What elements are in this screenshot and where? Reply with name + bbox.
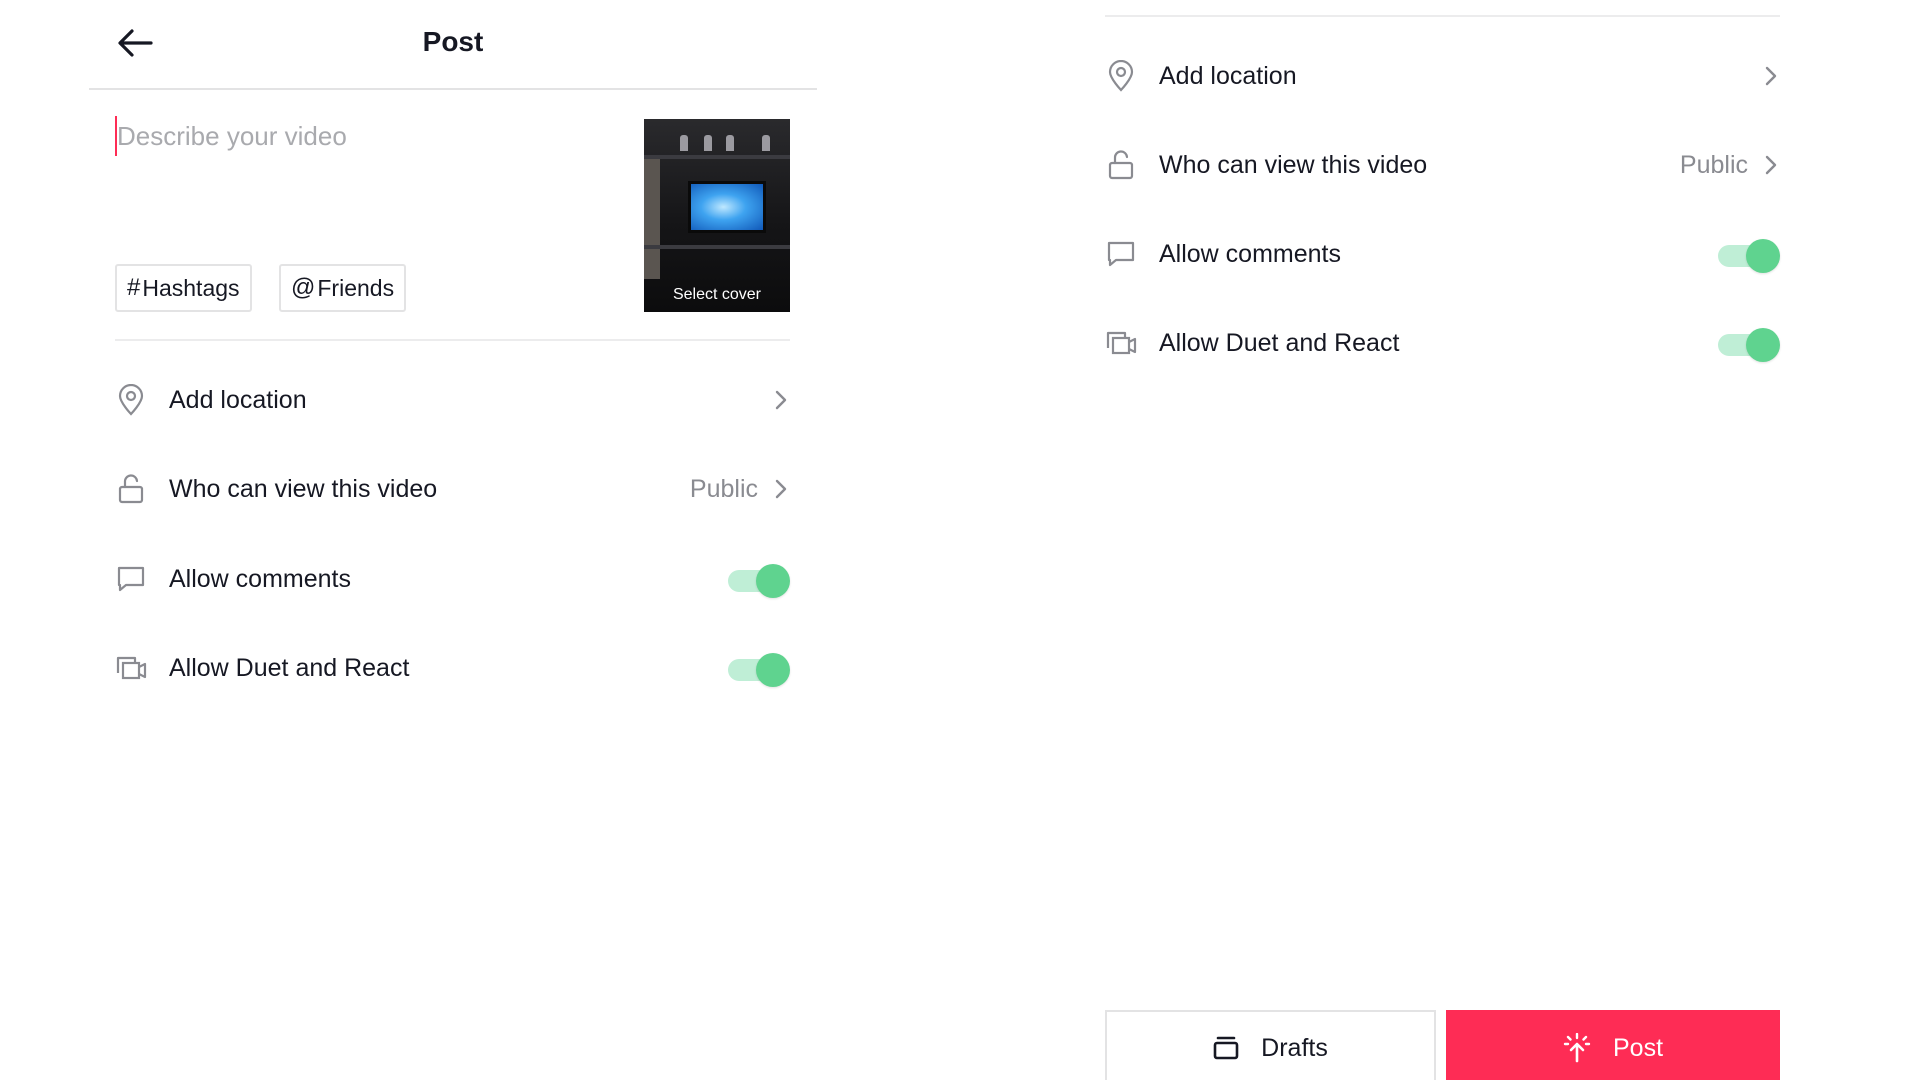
post-label: Post xyxy=(1612,1033,1664,1062)
cover-shelf xyxy=(644,245,790,249)
allow-duet-row: Allow Duet and React xyxy=(115,636,790,700)
privacy-row[interactable]: Who can view this video Public xyxy=(115,457,790,521)
unlock-icon xyxy=(1105,149,1137,181)
chevron-right-icon xyxy=(1762,65,1780,87)
cover-figure xyxy=(726,135,734,151)
cover-shelf xyxy=(644,155,790,159)
friends-label: Friends xyxy=(317,274,395,301)
drafts-label: Drafts xyxy=(1261,1033,1328,1062)
hashtag-icon: # xyxy=(127,274,141,301)
friends-chip[interactable]: @ Friends xyxy=(279,264,407,312)
header: Post xyxy=(89,0,817,90)
allow-comments-toggle[interactable] xyxy=(728,564,790,598)
add-location-label: Add location xyxy=(169,385,307,414)
describe-video-input[interactable] xyxy=(115,116,615,156)
cover-tv xyxy=(688,181,766,233)
chevron-right-icon xyxy=(772,389,790,411)
allow-duet-row: Allow Duet and React xyxy=(1105,311,1780,375)
chevron-right-icon xyxy=(1762,154,1780,176)
post-screen-left: Post Select cover # Hashtags @ Friends A… xyxy=(89,0,817,1080)
allow-comments-label: Allow comments xyxy=(1159,239,1341,268)
mention-icon: @ xyxy=(291,274,316,301)
unlock-icon xyxy=(115,473,147,505)
duet-icon xyxy=(1105,327,1137,359)
comment-icon xyxy=(1105,238,1137,270)
toggle-knob xyxy=(1746,328,1780,362)
cover-figure xyxy=(680,135,688,151)
location-pin-icon xyxy=(1105,60,1137,92)
toggle-knob xyxy=(1746,239,1780,273)
toggle-knob xyxy=(756,653,790,687)
post-button[interactable]: Post xyxy=(1446,1010,1780,1080)
post-upload-icon xyxy=(1563,1033,1591,1063)
location-pin-icon xyxy=(115,384,147,416)
divider xyxy=(115,339,790,341)
allow-duet-toggle[interactable] xyxy=(1718,328,1780,362)
privacy-label: Who can view this video xyxy=(1159,150,1428,179)
allow-comments-row: Allow comments xyxy=(115,547,790,611)
duet-icon xyxy=(115,652,147,684)
add-location-row[interactable]: Add location xyxy=(1105,44,1780,108)
privacy-label: Who can view this video xyxy=(169,474,438,503)
cover-figure xyxy=(762,135,770,151)
post-screen-right: Add location Who can view this video Pub… xyxy=(1105,0,1780,1080)
allow-comments-row: Allow comments xyxy=(1105,222,1780,286)
select-cover-label: Select cover xyxy=(672,286,762,303)
privacy-value: Public xyxy=(1679,150,1748,179)
cover-wall xyxy=(644,159,660,279)
drafts-button[interactable]: Drafts xyxy=(1105,1010,1436,1080)
allow-comments-label: Allow comments xyxy=(169,564,351,593)
allow-comments-toggle[interactable] xyxy=(1718,239,1780,273)
page-title: Post xyxy=(422,26,484,57)
chevron-right-icon xyxy=(772,478,790,500)
drafts-icon xyxy=(1213,1036,1239,1060)
add-location-row[interactable]: Add location xyxy=(115,368,790,432)
allow-duet-label: Allow Duet and React xyxy=(1159,328,1400,357)
comment-icon xyxy=(115,563,147,595)
privacy-row[interactable]: Who can view this video Public xyxy=(1105,133,1780,197)
cover-figure xyxy=(704,135,712,151)
allow-duet-toggle[interactable] xyxy=(728,653,790,687)
hashtags-label: Hashtags xyxy=(142,274,240,301)
divider xyxy=(1105,15,1780,17)
select-cover-thumbnail[interactable]: Select cover xyxy=(644,119,790,312)
hashtags-chip[interactable]: # Hashtags xyxy=(115,264,252,312)
privacy-value: Public xyxy=(689,474,758,503)
add-location-label: Add location xyxy=(1159,61,1297,90)
allow-duet-label: Allow Duet and React xyxy=(169,653,410,682)
toggle-knob xyxy=(756,564,790,598)
